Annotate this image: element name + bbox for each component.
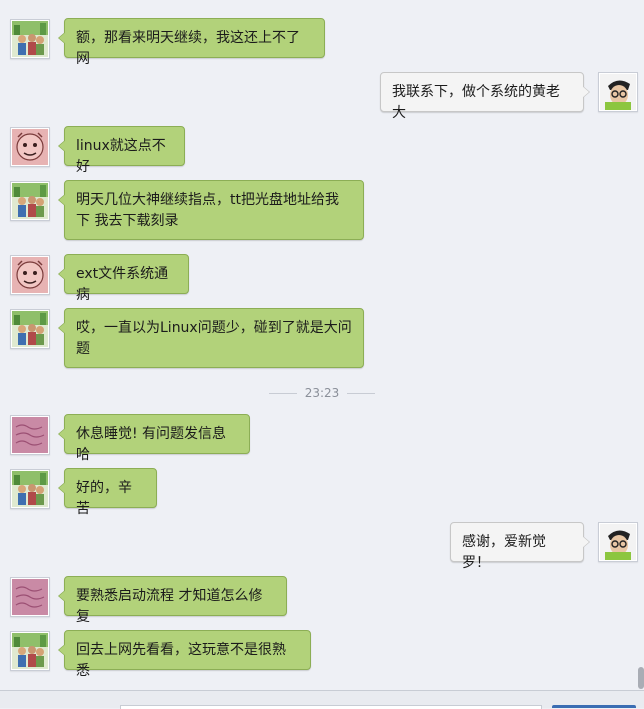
chat-history[interactable]: 额，那看来明天继续，我这还上不了网 我联系下，做个系统的黄老大 linux就这点… [0, 0, 644, 690]
message-bubble[interactable]: 好的，辛苦 [58, 468, 157, 517]
message-bubble[interactable]: 额，那看来明天继续，我这还上不了网 [58, 18, 325, 67]
message-bubble[interactable]: 休息睡觉! 有问题发信息哈 [58, 414, 250, 463]
message-bubble[interactable]: linux就这点不好 [58, 126, 185, 175]
avatar-glasses-man-icon[interactable] [598, 72, 638, 112]
message-bubble[interactable]: 要熟悉启动流程 才知道怎么修复 [58, 576, 287, 625]
avatar-trees-group-icon[interactable] [10, 19, 50, 59]
avatar-glasses-man-icon[interactable] [598, 522, 638, 562]
avatar-trees-group-icon[interactable] [10, 631, 50, 671]
divider-line [268, 393, 297, 394]
avatar-pink-cartoon-icon[interactable] [10, 255, 50, 295]
time-divider: 23:23 [0, 384, 644, 402]
avatar-purple-script-icon[interactable] [10, 577, 50, 617]
input-toolbar [0, 690, 644, 709]
message-bubble[interactable]: ext文件系统通病 [58, 254, 189, 303]
message-bubble[interactable]: 我联系下，做个系统的黄老大 [380, 72, 590, 121]
message-bubble[interactable]: 哎，一直以为Linux问题少，碰到了就是大问题 [58, 308, 364, 368]
message-bubble[interactable]: 回去上网先看看，这玩意不是很熟悉 [58, 630, 311, 679]
avatar-trees-group-icon[interactable] [10, 469, 50, 509]
time-label: 23:23 [304, 386, 340, 400]
message-bubble[interactable]: 感谢，爱新觉罗！ [450, 522, 590, 571]
message-input[interactable] [120, 705, 542, 709]
message-bubble[interactable]: 明天几位大神继续指点，tt把光盘地址给我下 我去下载刻录 [58, 180, 364, 240]
avatar-pink-cartoon-icon[interactable] [10, 127, 50, 167]
avatar-purple-script-icon[interactable] [10, 415, 50, 455]
avatar-trees-group-icon[interactable] [10, 181, 50, 221]
divider-line [347, 393, 376, 394]
avatar-trees-group-icon[interactable] [10, 309, 50, 349]
scrollbar-thumb[interactable] [638, 667, 644, 689]
